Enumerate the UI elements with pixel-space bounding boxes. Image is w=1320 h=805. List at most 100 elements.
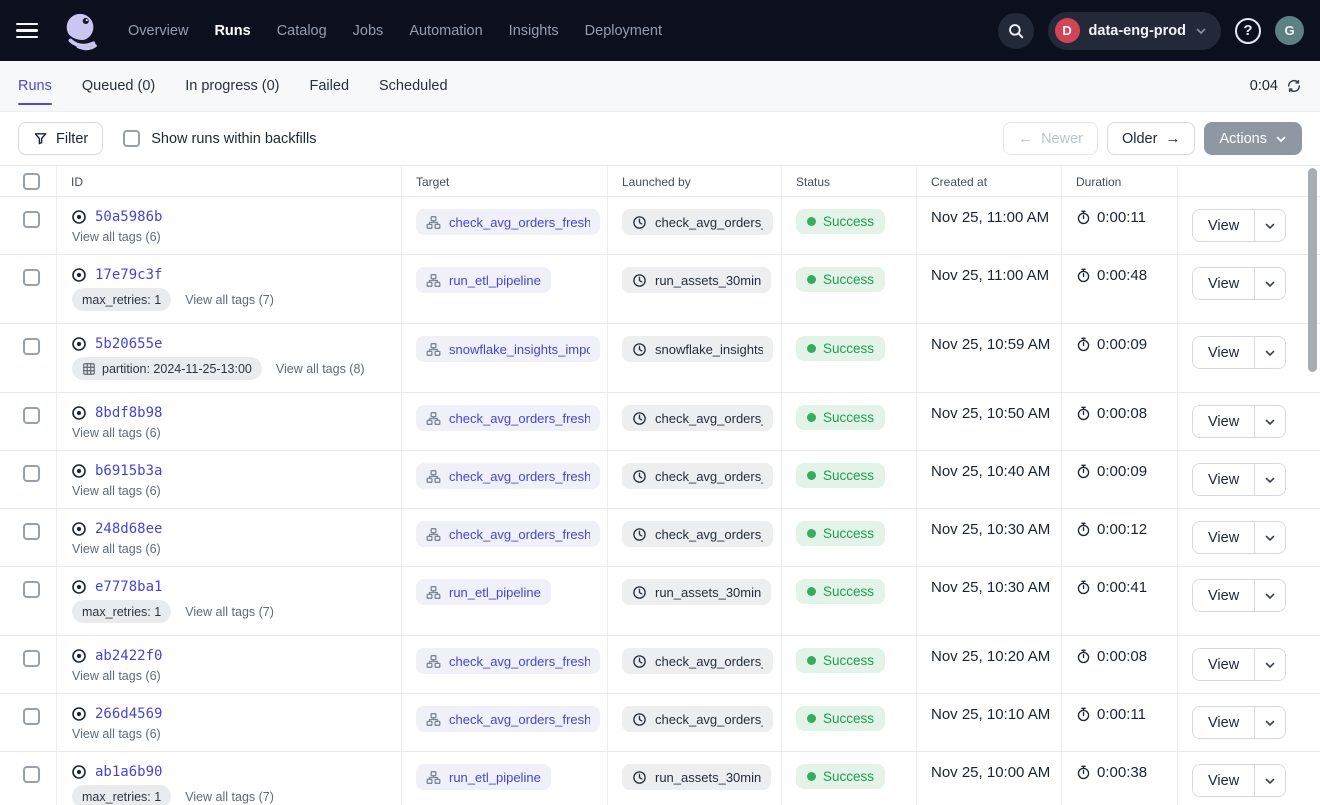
view-all-tags-link[interactable]: View all tags (7) xyxy=(185,293,274,307)
view-button[interactable]: View xyxy=(1193,580,1254,611)
nav-item-deployment[interactable]: Deployment xyxy=(585,23,662,39)
target-pill[interactable]: check_avg_orders_freshne xyxy=(416,463,600,489)
view-all-tags-link[interactable]: View all tags (6) xyxy=(72,230,161,244)
run-tag-pill[interactable]: max_retries: 1 xyxy=(72,600,171,623)
view-all-tags-link[interactable]: View all tags (6) xyxy=(72,426,161,440)
view-dropdown-button[interactable] xyxy=(1254,464,1285,495)
launched-by-pill[interactable]: check_avg_orders_f… xyxy=(622,463,773,489)
deployment-switcher[interactable]: D data-eng-prod xyxy=(1048,12,1221,50)
view-dropdown-button[interactable] xyxy=(1254,649,1285,680)
select-all-checkbox[interactable] xyxy=(23,173,40,190)
target-pill[interactable]: run_etl_pipeline xyxy=(416,579,551,605)
view-button[interactable]: View xyxy=(1193,268,1254,299)
launched-by-pill[interactable]: check_avg_orders_f… xyxy=(622,521,773,547)
run-id-link[interactable]: 17e79c3f xyxy=(95,267,162,283)
view-dropdown-button[interactable] xyxy=(1254,210,1285,241)
view-dropdown-button[interactable] xyxy=(1254,707,1285,738)
run-id-link[interactable]: 248d68ee xyxy=(95,521,162,537)
view-button[interactable]: View xyxy=(1193,649,1254,680)
row-checkbox[interactable] xyxy=(23,523,40,540)
view-all-tags-link[interactable]: View all tags (6) xyxy=(72,484,161,498)
view-all-tags-link[interactable]: View all tags (7) xyxy=(185,605,274,619)
run-tag-pill[interactable]: partition: 2024-11-25-13:00 xyxy=(72,357,262,380)
row-checkbox[interactable] xyxy=(23,211,40,228)
run-tag-pill[interactable]: max_retries: 1 xyxy=(72,288,171,311)
view-all-tags-link[interactable]: View all tags (8) xyxy=(276,362,365,376)
backfills-checkbox[interactable] xyxy=(123,130,140,147)
row-checkbox[interactable] xyxy=(23,766,40,783)
view-dropdown-button[interactable] xyxy=(1254,765,1285,796)
launched-by-pill[interactable]: run_assets_30min xyxy=(622,764,771,790)
tab-scheduled[interactable]: Scheduled xyxy=(379,61,448,111)
newer-button[interactable]: ← Newer xyxy=(1003,122,1098,155)
hamburger-menu-icon[interactable] xyxy=(16,16,46,46)
view-dropdown-button[interactable] xyxy=(1254,406,1285,437)
search-button[interactable] xyxy=(998,13,1034,49)
target-pill[interactable]: check_avg_orders_freshne xyxy=(416,209,600,235)
view-dropdown-button[interactable] xyxy=(1254,580,1285,611)
target-pill[interactable]: check_avg_orders_freshne xyxy=(416,405,600,431)
row-checkbox[interactable] xyxy=(23,407,40,424)
view-button[interactable]: View xyxy=(1193,765,1254,796)
run-id-link[interactable]: 5b20655e xyxy=(95,336,162,352)
launched-by-pill[interactable]: check_avg_orders_f… xyxy=(622,209,773,235)
view-button[interactable]: View xyxy=(1193,464,1254,495)
launched-by-pill[interactable]: check_avg_orders_f… xyxy=(622,706,773,732)
view-all-tags-link[interactable]: View all tags (6) xyxy=(72,727,161,741)
tab-runs[interactable]: Runs xyxy=(18,61,52,111)
filter-button[interactable]: Filter xyxy=(18,122,103,155)
target-pill[interactable]: check_avg_orders_freshne xyxy=(416,706,600,732)
view-all-tags-link[interactable]: View all tags (6) xyxy=(72,542,161,556)
tab-queued[interactable]: Queued (0) xyxy=(82,61,155,111)
run-id-link[interactable]: ab2422f0 xyxy=(95,648,162,664)
target-pill[interactable]: run_etl_pipeline xyxy=(416,267,551,293)
run-id-link[interactable]: ab1a6b90 xyxy=(95,764,162,780)
nav-item-insights[interactable]: Insights xyxy=(509,23,559,39)
launched-by-pill[interactable]: run_assets_30min xyxy=(622,267,771,293)
launched-by-pill[interactable]: snowflake_insights_… xyxy=(622,336,773,362)
run-id-link[interactable]: 266d4569 xyxy=(95,706,162,722)
tab-in-progress[interactable]: In progress (0) xyxy=(185,61,279,111)
target-pill[interactable]: snowflake_insights_import xyxy=(416,336,600,362)
view-button[interactable]: View xyxy=(1193,707,1254,738)
view-button[interactable]: View xyxy=(1193,337,1254,368)
row-checkbox[interactable] xyxy=(23,650,40,667)
target-pill[interactable]: run_etl_pipeline xyxy=(416,764,551,790)
target-pill[interactable]: check_avg_orders_freshne xyxy=(416,648,600,674)
tab-failed[interactable]: Failed xyxy=(310,61,350,111)
actions-button[interactable]: Actions xyxy=(1204,122,1302,155)
older-button[interactable]: Older → xyxy=(1107,122,1195,155)
view-button[interactable]: View xyxy=(1193,522,1254,553)
view-dropdown-button[interactable] xyxy=(1254,268,1285,299)
view-dropdown-button[interactable] xyxy=(1254,337,1285,368)
row-checkbox[interactable] xyxy=(23,338,40,355)
refresh-icon[interactable] xyxy=(1286,78,1302,94)
view-button[interactable]: View xyxy=(1193,210,1254,241)
run-id-link[interactable]: b6915b3a xyxy=(95,463,162,479)
view-dropdown-button[interactable] xyxy=(1254,522,1285,553)
launched-by-pill[interactable]: run_assets_30min xyxy=(622,579,771,605)
nav-item-runs[interactable]: Runs xyxy=(214,23,250,39)
user-avatar[interactable]: G xyxy=(1275,16,1304,45)
row-checkbox[interactable] xyxy=(23,465,40,482)
run-tag-pill[interactable]: max_retries: 1 xyxy=(72,785,171,805)
vertical-scrollbar[interactable] xyxy=(1308,168,1317,372)
view-all-tags-link[interactable]: View all tags (7) xyxy=(185,790,274,804)
help-button[interactable]: ? xyxy=(1235,18,1261,44)
row-checkbox[interactable] xyxy=(23,708,40,725)
nav-item-jobs[interactable]: Jobs xyxy=(353,23,384,39)
nav-item-catalog[interactable]: Catalog xyxy=(277,23,327,39)
launched-by-pill[interactable]: check_avg_orders_f… xyxy=(622,648,773,674)
nav-item-overview[interactable]: Overview xyxy=(128,23,188,39)
run-id-link[interactable]: 50a5986b xyxy=(95,209,162,225)
dagster-logo-icon[interactable] xyxy=(60,8,102,54)
row-checkbox[interactable] xyxy=(23,269,40,286)
view-button[interactable]: View xyxy=(1193,406,1254,437)
launched-by-pill[interactable]: check_avg_orders_f… xyxy=(622,405,773,431)
run-id-link[interactable]: e7778ba1 xyxy=(95,579,162,595)
view-all-tags-link[interactable]: View all tags (6) xyxy=(72,669,161,683)
run-id-link[interactable]: 8bdf8b98 xyxy=(95,405,162,421)
nav-item-automation[interactable]: Automation xyxy=(409,23,482,39)
target-pill[interactable]: check_avg_orders_freshne xyxy=(416,521,600,547)
row-checkbox[interactable] xyxy=(23,581,40,598)
